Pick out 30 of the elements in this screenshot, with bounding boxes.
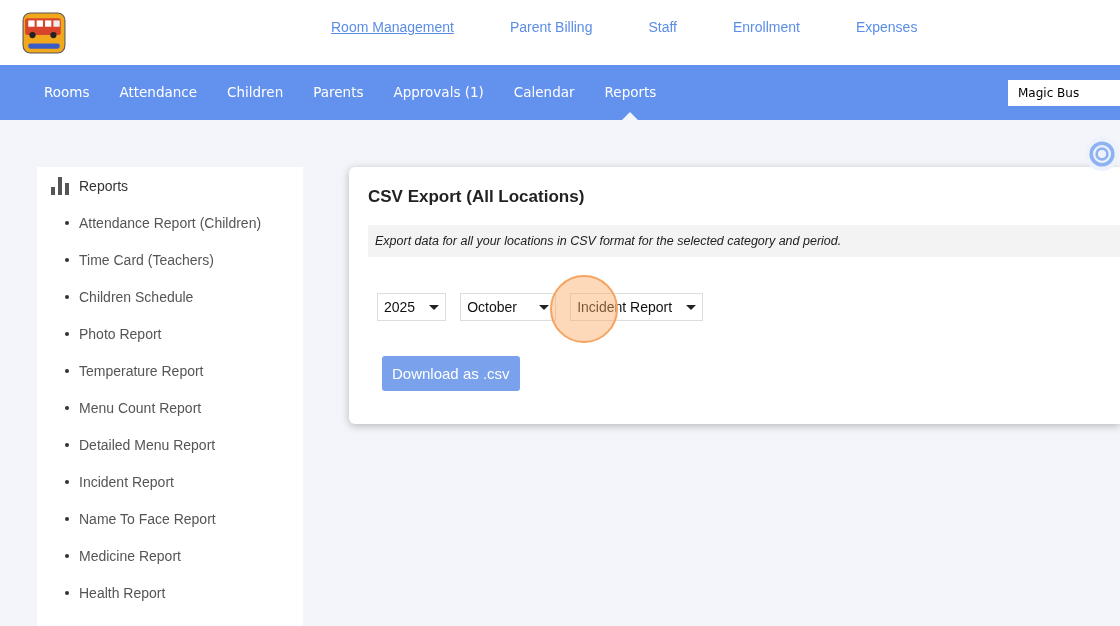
bullet-icon — [65, 443, 69, 447]
report-link[interactable]: Health Report — [79, 585, 166, 601]
bullet-icon — [65, 406, 69, 410]
report-link[interactable]: Attendance Report (Children) — [79, 215, 262, 231]
bullet-icon — [65, 554, 69, 558]
report-link[interactable]: Menu Count Report — [79, 400, 202, 416]
report-link[interactable]: Children Schedule — [79, 289, 194, 305]
dropdown-select[interactable]: 2025 — [377, 293, 447, 321]
location-field[interactable]: Magic Bus — [1008, 79, 1120, 106]
bullet-icon — [65, 591, 69, 595]
bullet-icon — [65, 221, 69, 225]
report-link[interactable]: Time Card (Teachers) — [79, 252, 214, 268]
bar-chart-icon — [51, 177, 69, 195]
bullet-icon — [65, 480, 69, 484]
bullet-icon — [65, 332, 69, 336]
bus-logo[interactable] — [22, 11, 66, 54]
export-note: Export data for all your locations in CSV format for the selected category and period. — [368, 225, 1120, 257]
report-link[interactable]: Temperature Report — [79, 363, 204, 379]
report-link[interactable]: Photo Report — [79, 326, 162, 342]
report-link[interactable]: Detailed Menu Report — [79, 437, 216, 453]
report-link[interactable]: Incident Report — [79, 474, 174, 490]
dropdown-select[interactable]: October — [460, 293, 557, 321]
report-link[interactable]: Name To Face Report — [79, 511, 216, 527]
bullet-icon — [65, 369, 69, 373]
bullet-icon — [65, 295, 69, 299]
bullet-icon — [65, 517, 69, 521]
bullet-icon — [65, 258, 69, 262]
report-link[interactable]: Medicine Report — [79, 548, 181, 564]
sidebar-title: Reports — [79, 178, 129, 194]
card-title: CSV Export (All Locations) — [368, 187, 586, 207]
